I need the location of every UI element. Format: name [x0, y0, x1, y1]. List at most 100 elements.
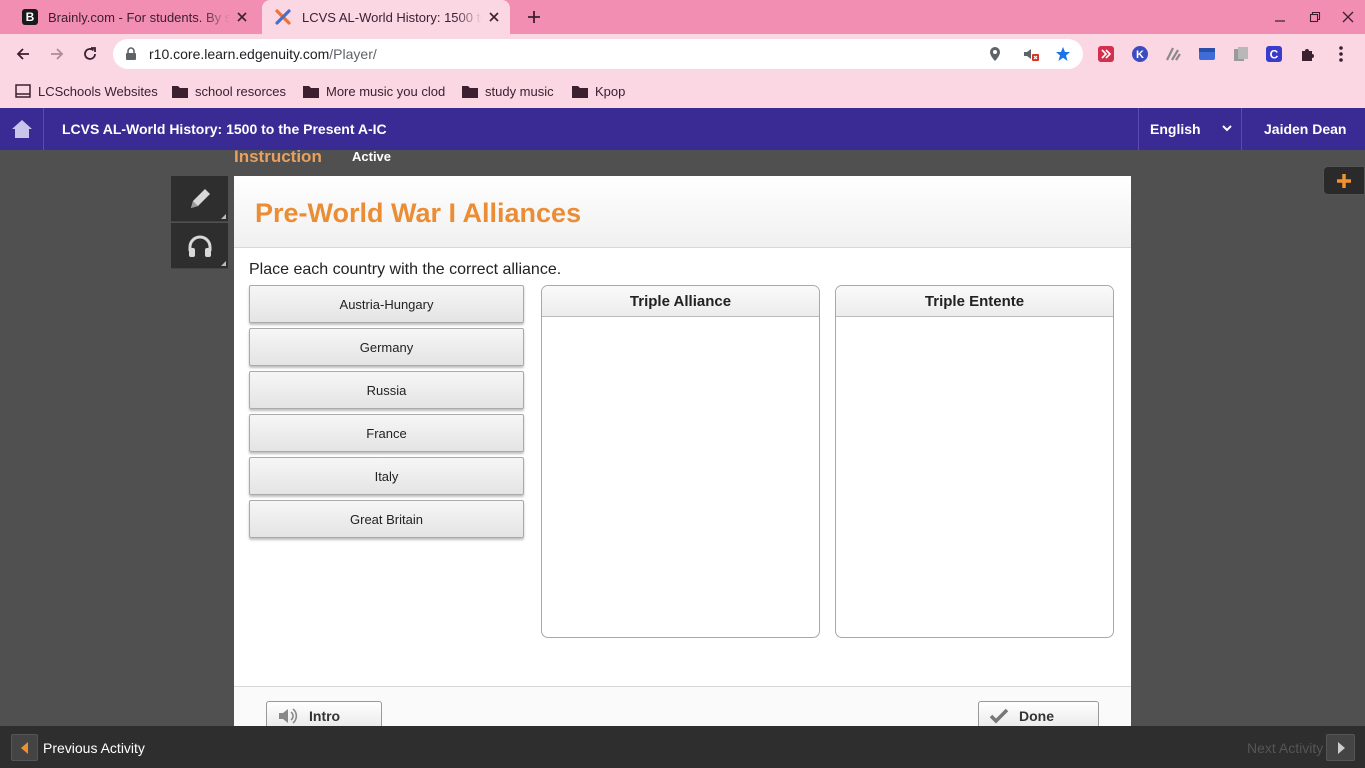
activity-header: Pre-World War I Alliances [234, 176, 1131, 248]
audio-tool-button[interactable] [171, 223, 228, 269]
folder-icon [303, 85, 319, 98]
folder-icon [172, 85, 188, 98]
home-button[interactable] [0, 108, 44, 150]
pencil-icon [190, 188, 210, 208]
svg-text:K: K [1136, 49, 1144, 61]
drop-zone-triple-entente[interactable]: Triple Entente [835, 285, 1114, 638]
expand-corner-icon [221, 261, 226, 266]
bookmark-more-music[interactable]: More music you clod [303, 81, 445, 101]
headphones-icon [188, 235, 211, 257]
browser-toolbar: r10.core.learn.edgenuity.com/Player/ K C [0, 34, 1365, 74]
address-bar[interactable]: r10.core.learn.edgenuity.com/Player/ [113, 39, 1083, 69]
next-activity-label: Next Activity [1247, 740, 1324, 756]
minimize-button[interactable] [1268, 6, 1292, 28]
new-tab-button[interactable] [522, 6, 546, 28]
drag-item-russia[interactable]: Russia [249, 371, 524, 409]
checkmark-icon [989, 708, 1009, 724]
drag-item-austria-hungary[interactable]: Austria-Hungary [249, 285, 524, 323]
drop-zone-body[interactable] [836, 318, 1113, 637]
plus-icon [1337, 173, 1351, 188]
tab-edgenuity[interactable]: LCVS AL-World History: 1500 to the Prese… [262, 0, 510, 34]
sound-blocked-icon[interactable] [1021, 45, 1041, 63]
drag-item-germany[interactable]: Germany [249, 328, 524, 366]
plus-icon [528, 11, 540, 23]
speaker-icon [279, 708, 298, 724]
extension-red-icon[interactable] [1096, 44, 1116, 64]
language-select[interactable]: English [1138, 108, 1242, 150]
bookmark-school-resorces[interactable]: school resorces [172, 81, 286, 101]
course-title: LCVS AL-World History: 1500 to the Prese… [62, 121, 387, 137]
extension-stack-icon[interactable] [1231, 44, 1251, 64]
drop-zone-body[interactable] [542, 318, 819, 637]
reload-button[interactable] [78, 42, 102, 66]
extension-blue-icon[interactable] [1197, 44, 1217, 64]
close-window-button[interactable] [1336, 6, 1360, 28]
lock-icon [126, 47, 136, 60]
back-button[interactable] [11, 42, 35, 66]
edgenuity-favicon-icon [275, 9, 291, 25]
close-tab-icon[interactable] [482, 5, 506, 29]
drag-item-great-britain[interactable]: Great Britain [249, 500, 524, 538]
brainly-favicon-icon: B [22, 9, 38, 25]
bookmarks-bar: LCSchools Websites school resorces More … [0, 74, 1365, 108]
drag-item-france[interactable]: France [249, 414, 524, 452]
arrow-right-icon [51, 48, 64, 60]
status-label: Active [352, 149, 392, 164]
app-header: LCVS AL-World History: 1500 to the Prese… [0, 108, 1365, 150]
bookmark-label: school resorces [195, 83, 287, 99]
next-activity-button[interactable] [1326, 734, 1355, 761]
caret-right-icon [1337, 741, 1345, 754]
folder-icon [462, 85, 478, 98]
extension-c-icon[interactable]: C [1264, 44, 1284, 64]
activity-footer: Intro Done [234, 686, 1131, 731]
previous-activity-label[interactable]: Previous Activity [43, 740, 145, 756]
location-pin-icon[interactable] [985, 45, 1005, 63]
browser-menu-icon[interactable] [1331, 44, 1351, 64]
activity-nav-bar: Previous Activity Next Activity [0, 726, 1365, 768]
minimize-icon [1275, 20, 1285, 22]
drop-zone-title: Triple Entente [836, 286, 1113, 317]
restore-icon [1309, 11, 1321, 23]
activity-title: Pre-World War I Alliances [255, 198, 582, 228]
user-name[interactable]: Jaiden Dean [1264, 121, 1346, 137]
drag-item-italy[interactable]: Italy [249, 457, 524, 495]
caret-left-icon [20, 741, 28, 754]
forward-button[interactable] [45, 42, 69, 66]
stage-label: Instruction [234, 147, 322, 166]
chevron-down-icon [1222, 125, 1232, 132]
instructions-text: Place each country with the correct alli… [249, 261, 562, 278]
pencil-tool-button[interactable] [171, 176, 228, 222]
restore-button[interactable] [1303, 6, 1327, 28]
bookmark-label: More music you clod [326, 83, 446, 99]
previous-activity-button[interactable] [11, 734, 38, 761]
bookmark-star-icon[interactable] [1053, 45, 1073, 63]
activity-panel: Pre-World War I Alliances Place each cou… [234, 176, 1131, 731]
bookmark-study-music[interactable]: study music [462, 81, 554, 101]
extensions-puzzle-icon[interactable] [1298, 44, 1318, 64]
expand-corner-icon [221, 214, 226, 219]
extension-gray-icon[interactable] [1163, 44, 1183, 64]
reload-icon [84, 47, 96, 60]
bookmark-label: Kpop [595, 83, 626, 99]
close-tab-icon[interactable] [230, 5, 254, 29]
svg-text:C: C [1270, 48, 1279, 62]
language-label: English [1150, 121, 1201, 137]
extension-k-icon[interactable]: K [1130, 44, 1150, 64]
intro-label: Intro [309, 708, 341, 724]
url-text: r10.core.learn.edgenuity.com/Player/ [149, 46, 377, 62]
bookmark-label: LCSchools Websites [38, 83, 158, 99]
browser-tab-strip: B Brainly.com - For students. By student… [0, 0, 1365, 34]
tab-brainly[interactable]: B Brainly.com - For students. By student… [8, 0, 258, 34]
home-icon [11, 120, 32, 138]
bookmark-kpop[interactable]: Kpop [572, 81, 625, 101]
folder-icon [572, 85, 588, 98]
done-label: Done [1019, 708, 1054, 724]
bookmark-label: study music [485, 83, 554, 99]
apps-icon [15, 84, 31, 98]
drop-zone-triple-alliance[interactable]: Triple Alliance [541, 285, 820, 638]
drop-zone-title: Triple Alliance [542, 286, 819, 317]
expand-panel-button[interactable] [1323, 166, 1365, 195]
tab-title: LCVS AL-World History: 1500 to the Prese… [302, 9, 482, 25]
close-icon [1342, 11, 1354, 23]
bookmark-lcschools[interactable]: LCSchools Websites [15, 81, 158, 101]
